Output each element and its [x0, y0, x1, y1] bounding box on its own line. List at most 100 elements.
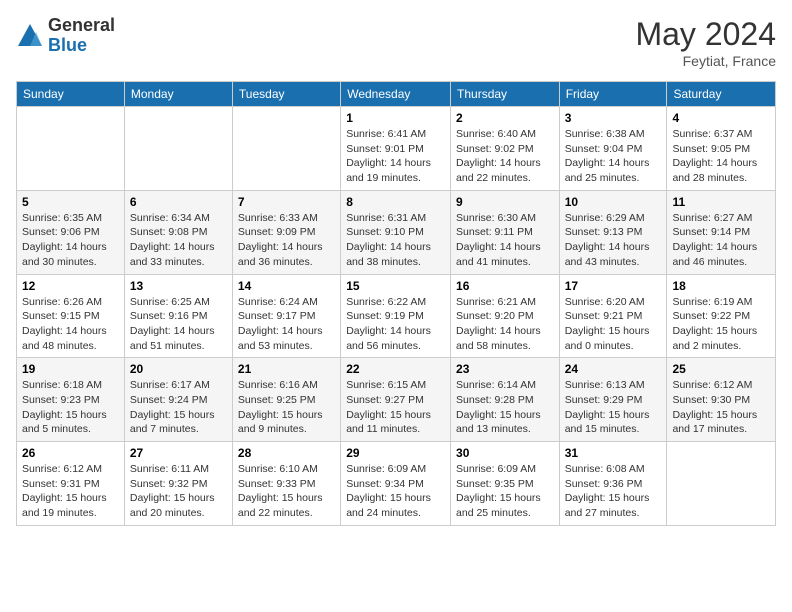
day-info: Sunrise: 6:08 AM Sunset: 9:36 PM Dayligh…: [565, 462, 662, 521]
location: Feytiat, France: [635, 53, 776, 69]
calendar-table: SundayMondayTuesdayWednesdayThursdayFrid…: [16, 81, 776, 526]
calendar-cell: 17Sunrise: 6:20 AM Sunset: 9:21 PM Dayli…: [559, 274, 667, 358]
page-header: General Blue May 2024 Feytiat, France: [16, 16, 776, 69]
calendar-week-2: 5 Sunrise: 6:35 AM Sunset: 9:06 PM Daylig…: [17, 190, 776, 274]
calendar-cell: 11 Sunrise: 6:27 AM Sunset: 9:14 PM Dayli…: [667, 190, 776, 274]
day-number: 28: [238, 446, 335, 460]
day-number: 10: [565, 195, 662, 209]
day-number: 16: [456, 279, 554, 293]
day-info: Sunrise: 6:15 AM Sunset: 9:27 PM Dayligh…: [346, 378, 445, 437]
day-number: 6: [130, 195, 227, 209]
day-number: 9: [456, 195, 554, 209]
logo-icon: [16, 22, 44, 50]
calendar-cell: 2Sunrise: 6:40 AM Sunset: 9:02 PM Daylig…: [451, 107, 560, 191]
calendar-cell: 15Sunrise: 6:22 AM Sunset: 9:19 PM Dayli…: [341, 274, 451, 358]
calendar-cell: 30Sunrise: 6:09 AM Sunset: 9:35 PM Dayli…: [451, 442, 560, 526]
day-header-friday: Friday: [559, 82, 667, 107]
calendar-cell: 12 Sunrise: 6:26 AM Sunset: 9:15 PM Dayli…: [17, 274, 125, 358]
day-header-monday: Monday: [124, 82, 232, 107]
calendar-cell: 8 Sunrise: 6:31 AM Sunset: 9:10 PM Daylig…: [341, 190, 451, 274]
calendar-cell: [232, 107, 340, 191]
calendar-header-row: SundayMondayTuesdayWednesdayThursdayFrid…: [17, 82, 776, 107]
calendar-cell: 13 Sunrise: 6:25 AM Sunset: 9:16 PM Dayli…: [124, 274, 232, 358]
calendar-week-1: 1 Sunrise: 6:41 AM Sunset: 9:01 PM Daylig…: [17, 107, 776, 191]
calendar-cell: 28 Sunrise: 6:10 AM Sunset: 9:33 PM Dayli…: [232, 442, 340, 526]
day-info: Sunrise: 6:41 AM Sunset: 9:01 PM Dayligh…: [346, 127, 445, 186]
day-number: 5: [22, 195, 119, 209]
calendar-cell: 1 Sunrise: 6:41 AM Sunset: 9:01 PM Daylig…: [341, 107, 451, 191]
logo-general-text: General: [48, 16, 115, 36]
day-info: Sunrise: 6:27 AM Sunset: 9:14 PM Dayligh…: [672, 211, 770, 270]
day-number: 22: [346, 362, 445, 376]
calendar-cell: 27 Sunrise: 6:11 AM Sunset: 9:32 PM Dayli…: [124, 442, 232, 526]
day-info: Sunrise: 6:17 AM Sunset: 9:24 PM Dayligh…: [130, 378, 227, 437]
day-info: Sunrise: 6:35 AM Sunset: 9:06 PM Dayligh…: [22, 211, 119, 270]
day-info: Sunrise: 6:12 AM Sunset: 9:31 PM Dayligh…: [22, 462, 119, 521]
day-number: 27: [130, 446, 227, 460]
calendar-cell: 14Sunrise: 6:24 AM Sunset: 9:17 PM Dayli…: [232, 274, 340, 358]
calendar-cell: 19Sunrise: 6:18 AM Sunset: 9:23 PM Dayli…: [17, 358, 125, 442]
day-info: Sunrise: 6:19 AM Sunset: 9:22 PM Dayligh…: [672, 295, 770, 354]
day-number: 26: [22, 446, 119, 460]
day-info: Sunrise: 6:29 AM Sunset: 9:13 PM Dayligh…: [565, 211, 662, 270]
day-info: Sunrise: 6:21 AM Sunset: 9:20 PM Dayligh…: [456, 295, 554, 354]
calendar-cell: 22 Sunrise: 6:15 AM Sunset: 9:27 PM Dayli…: [341, 358, 451, 442]
day-header-tuesday: Tuesday: [232, 82, 340, 107]
day-info: Sunrise: 6:10 AM Sunset: 9:33 PM Dayligh…: [238, 462, 335, 521]
day-info: Sunrise: 6:25 AM Sunset: 9:16 PM Dayligh…: [130, 295, 227, 354]
day-info: Sunrise: 6:18 AM Sunset: 9:23 PM Dayligh…: [22, 378, 119, 437]
calendar-cell: 16 Sunrise: 6:21 AM Sunset: 9:20 PM Dayli…: [451, 274, 560, 358]
day-number: 30: [456, 446, 554, 460]
day-header-wednesday: Wednesday: [341, 82, 451, 107]
calendar-cell: 9 Sunrise: 6:30 AM Sunset: 9:11 PM Daylig…: [451, 190, 560, 274]
calendar-cell: [667, 442, 776, 526]
day-number: 3: [565, 111, 662, 125]
calendar-cell: 26 Sunrise: 6:12 AM Sunset: 9:31 PM Dayli…: [17, 442, 125, 526]
day-info: Sunrise: 6:12 AM Sunset: 9:30 PM Dayligh…: [672, 378, 770, 437]
day-number: 25: [672, 362, 770, 376]
day-info: Sunrise: 6:26 AM Sunset: 9:15 PM Dayligh…: [22, 295, 119, 354]
day-number: 29: [346, 446, 445, 460]
day-info: Sunrise: 6:40 AM Sunset: 9:02 PM Dayligh…: [456, 127, 554, 186]
day-header-sunday: Sunday: [17, 82, 125, 107]
day-number: 20: [130, 362, 227, 376]
calendar-cell: 23 Sunrise: 6:14 AM Sunset: 9:28 PM Dayli…: [451, 358, 560, 442]
day-info: Sunrise: 6:31 AM Sunset: 9:10 PM Dayligh…: [346, 211, 445, 270]
day-info: Sunrise: 6:33 AM Sunset: 9:09 PM Dayligh…: [238, 211, 335, 270]
calendar-cell: 10 Sunrise: 6:29 AM Sunset: 9:13 PM Dayli…: [559, 190, 667, 274]
day-number: 15: [346, 279, 445, 293]
day-header-saturday: Saturday: [667, 82, 776, 107]
day-info: Sunrise: 6:11 AM Sunset: 9:32 PM Dayligh…: [130, 462, 227, 521]
calendar-cell: 20 Sunrise: 6:17 AM Sunset: 9:24 PM Dayli…: [124, 358, 232, 442]
day-info: Sunrise: 6:30 AM Sunset: 9:11 PM Dayligh…: [456, 211, 554, 270]
day-info: Sunrise: 6:34 AM Sunset: 9:08 PM Dayligh…: [130, 211, 227, 270]
day-number: 4: [672, 111, 770, 125]
calendar-cell: 24Sunrise: 6:13 AM Sunset: 9:29 PM Dayli…: [559, 358, 667, 442]
day-number: 8: [346, 195, 445, 209]
day-info: Sunrise: 6:38 AM Sunset: 9:04 PM Dayligh…: [565, 127, 662, 186]
day-number: 1: [346, 111, 445, 125]
calendar-cell: 6 Sunrise: 6:34 AM Sunset: 9:08 PM Daylig…: [124, 190, 232, 274]
day-number: 13: [130, 279, 227, 293]
day-number: 12: [22, 279, 119, 293]
calendar-week-3: 12 Sunrise: 6:26 AM Sunset: 9:15 PM Dayli…: [17, 274, 776, 358]
calendar-cell: 31Sunrise: 6:08 AM Sunset: 9:36 PM Dayli…: [559, 442, 667, 526]
day-number: 21: [238, 362, 335, 376]
calendar-week-5: 26 Sunrise: 6:12 AM Sunset: 9:31 PM Dayli…: [17, 442, 776, 526]
day-number: 7: [238, 195, 335, 209]
day-info: Sunrise: 6:24 AM Sunset: 9:17 PM Dayligh…: [238, 295, 335, 354]
calendar-cell: 5 Sunrise: 6:35 AM Sunset: 9:06 PM Daylig…: [17, 190, 125, 274]
day-info: Sunrise: 6:16 AM Sunset: 9:25 PM Dayligh…: [238, 378, 335, 437]
day-number: 23: [456, 362, 554, 376]
logo: General Blue: [16, 16, 115, 56]
day-info: Sunrise: 6:14 AM Sunset: 9:28 PM Dayligh…: [456, 378, 554, 437]
calendar-cell: 21 Sunrise: 6:16 AM Sunset: 9:25 PM Dayli…: [232, 358, 340, 442]
day-info: Sunrise: 6:13 AM Sunset: 9:29 PM Dayligh…: [565, 378, 662, 437]
day-number: 17: [565, 279, 662, 293]
calendar-cell: 29Sunrise: 6:09 AM Sunset: 9:34 PM Dayli…: [341, 442, 451, 526]
day-number: 11: [672, 195, 770, 209]
calendar-cell: 25 Sunrise: 6:12 AM Sunset: 9:30 PM Dayli…: [667, 358, 776, 442]
month-year: May 2024: [635, 16, 776, 53]
day-header-thursday: Thursday: [451, 82, 560, 107]
logo-blue-text: Blue: [48, 36, 115, 56]
